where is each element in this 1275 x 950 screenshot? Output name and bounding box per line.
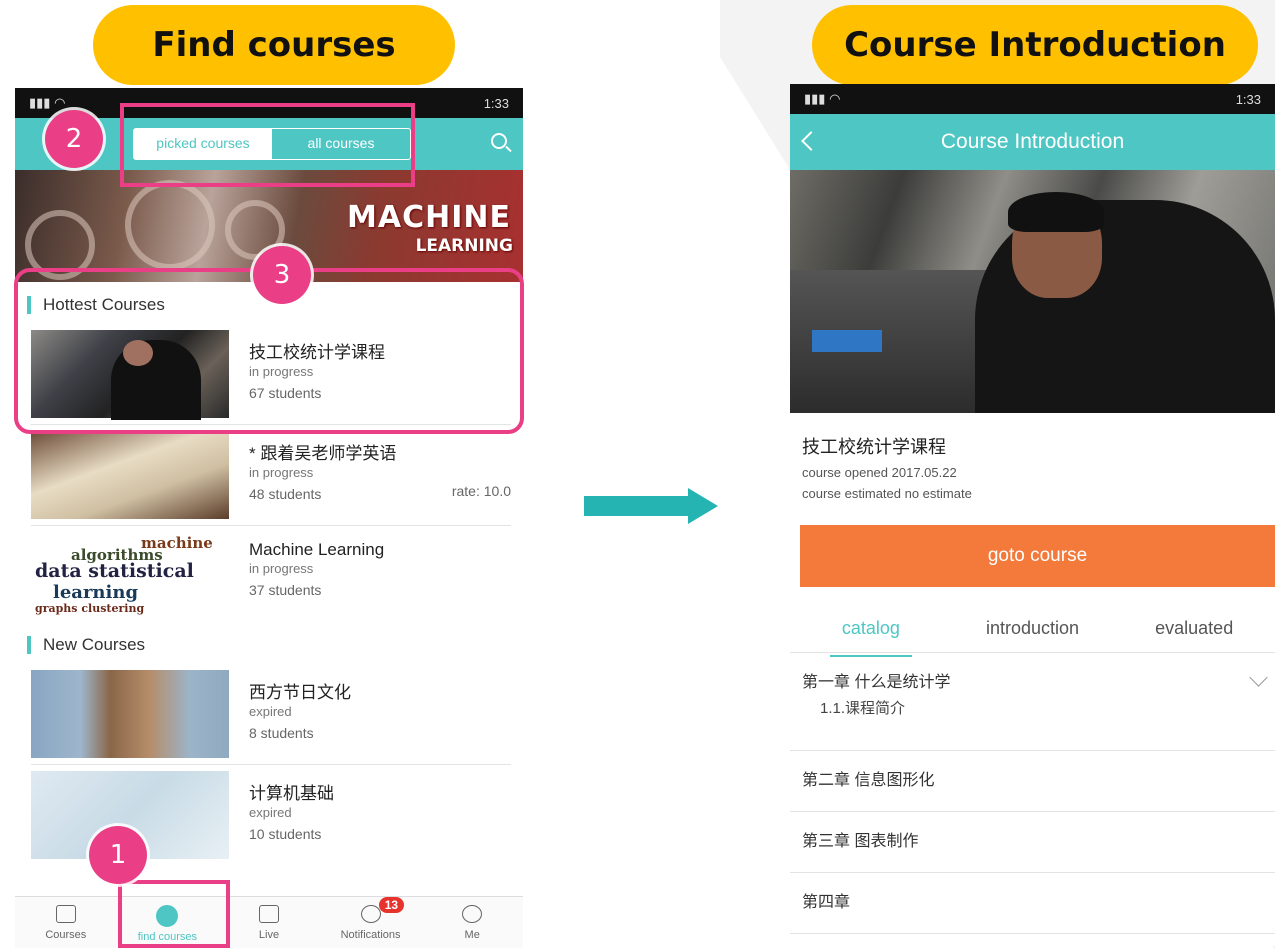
goto-course-button[interactable]: goto course (800, 525, 1275, 587)
wordcloud-word: learning (53, 582, 139, 603)
course-status: in progress (249, 561, 314, 576)
course-item[interactable]: 西方节日文化 expired 8 students (15, 664, 523, 764)
tab-notifications[interactable]: 13 Notifications (320, 897, 422, 948)
lesson-item[interactable]: 1.1.课程简介 (802, 697, 1263, 750)
user-icon (462, 905, 483, 923)
wordcloud-word: graphs clustering (35, 602, 145, 615)
chapter-item[interactable]: 第四章 (790, 873, 1275, 934)
course-students: 10 students (249, 826, 322, 842)
banner-title: MACHINE (347, 200, 511, 235)
notification-badge: 13 (378, 897, 405, 913)
course-name: Machine Learning (249, 540, 385, 559)
course-item[interactable]: machine algorithms data statistical lear… (15, 526, 523, 626)
course-introduction-label: Course Introduction (812, 5, 1258, 85)
wordcloud-word: data statistical (35, 560, 194, 582)
course-name: * 跟着吴老师学英语 (249, 444, 397, 463)
status-time: 1:33 (483, 95, 509, 111)
play-icon (258, 905, 279, 923)
course-status: in progress (249, 465, 314, 480)
course-tabs: catalog introduction evaluated (790, 609, 1275, 657)
course-cover-image (790, 170, 1275, 413)
course-rate: rate: 10.0 (451, 483, 511, 499)
tab-label: Live (258, 929, 280, 941)
step-marker: 1 (89, 826, 147, 884)
signal-icon: ▮▮▮ ◠ (29, 95, 66, 110)
course-status: expired (249, 805, 292, 820)
course-students: 37 students (249, 582, 322, 598)
tab-label: Notifications (340, 929, 401, 941)
new-courses-title: New Courses (27, 636, 523, 654)
chapter-item[interactable]: 第一章 什么是统计学 1.1.课程简介 (790, 653, 1275, 751)
course-name: 技工校统计学课程 (802, 437, 946, 457)
course-thumbnail (31, 431, 229, 519)
course-thumbnail (31, 670, 229, 758)
tab-label: Courses (45, 929, 87, 941)
segment-highlight (120, 103, 415, 187)
top-bar: Course Introduction (790, 114, 1275, 170)
course-students: 8 students (249, 725, 314, 741)
chapter-item[interactable]: 第二章 信息图形化 (790, 751, 1275, 812)
tab-courses[interactable]: Courses (15, 897, 117, 948)
find-courses-tab-highlight (118, 880, 230, 948)
status-bar: ▮▮▮ ◠ 1:33 (790, 84, 1275, 114)
find-courses-screen: ▮▮▮ ◠ 1:33 picked courses all courses MA… (15, 88, 523, 948)
bell-icon (360, 905, 381, 923)
tab-evaluated[interactable]: evaluated (1113, 609, 1275, 652)
step-marker: 2 (45, 110, 103, 168)
bottom-tab-bar: Courses find courses Live 13 Notificatio… (15, 896, 523, 948)
banner-subtitle: LEARNING (415, 236, 513, 256)
course-opened: course opened 2017.05.22 (802, 465, 957, 480)
tab-catalog[interactable]: catalog (790, 609, 952, 657)
course-estimated: course estimated no estimate (802, 486, 972, 501)
page-title: Course Introduction (940, 130, 1125, 153)
tab-introduction[interactable]: introduction (952, 609, 1114, 652)
chapter-title: 第二章 信息图形化 (802, 772, 935, 789)
course-thumbnail: machine algorithms data statistical lear… (31, 532, 229, 620)
chapter-title: 第四章 (802, 894, 851, 911)
chapter-title: 第三章 图表制作 (802, 833, 919, 850)
find-courses-label: Find courses (93, 5, 455, 85)
flow-arrow-icon (584, 488, 718, 524)
course-name: 西方节日文化 (249, 683, 351, 702)
course-info: 技工校统计学课程 course opened 2017.05.22 course… (790, 413, 1275, 501)
course-status: expired (249, 704, 292, 719)
search-icon[interactable] (491, 133, 507, 149)
signal-icon: ▮▮▮ ◠ (804, 91, 841, 106)
course-introduction-screen: ▮▮▮ ◠ 1:33 Course Introduction 技工校统计学课程 … (790, 84, 1275, 946)
chapter-item[interactable]: 第三章 图表制作 (790, 812, 1275, 873)
step-marker: 3 (253, 246, 311, 304)
tab-live[interactable]: Live (218, 897, 320, 948)
status-time: 1:33 (1235, 91, 1261, 107)
course-item[interactable]: * 跟着吴老师学英语 in progress 48 students rate:… (15, 425, 523, 525)
tab-label: Me (464, 929, 480, 941)
course-name: 计算机基础 (249, 784, 334, 803)
tab-me[interactable]: Me (421, 897, 523, 948)
book-icon (55, 905, 76, 923)
